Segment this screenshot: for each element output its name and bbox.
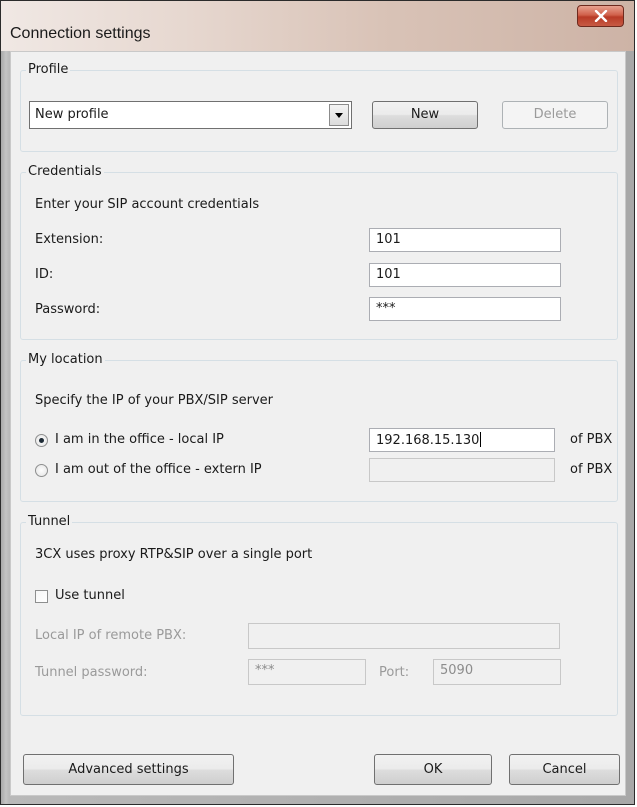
tunnel-description: 3CX uses proxy RTP&SIP over a single por… (35, 547, 313, 562)
tunnel-group: Tunnel 3CX uses proxy RTP&SIP over a sin… (20, 514, 618, 716)
credentials-group-title: Credentials (26, 164, 104, 180)
location-group-title: My location (26, 352, 105, 368)
title-bar: Connection settings (1, 1, 634, 51)
credentials-description: Enter your SIP account credentials (35, 197, 260, 212)
credentials-group: Credentials Enter your SIP account crede… (20, 164, 618, 340)
use-tunnel-label[interactable]: Use tunnel (55, 588, 125, 603)
password-label: Password: (35, 302, 101, 317)
extern-ip-field[interactable] (369, 458, 555, 482)
local-ip-value: 192.168.15.130 (376, 433, 480, 448)
local-ip-remote-pbx-field[interactable] (248, 623, 560, 649)
dialog-body: Profile New profile New Delete Credentia… (10, 51, 626, 796)
local-of-pbx-label: of PBX (570, 432, 613, 447)
id-label: ID: (35, 267, 54, 282)
advanced-settings-button[interactable]: Advanced settings (23, 754, 234, 785)
local-ip-label[interactable]: I am in the office - local IP (55, 432, 224, 447)
ok-button[interactable]: OK (374, 754, 492, 785)
port-field[interactable]: 5090 (433, 659, 561, 685)
profile-select-value: New profile (35, 107, 109, 122)
profile-group-title: Profile (26, 62, 71, 78)
close-icon (594, 10, 608, 22)
window-title: Connection settings (10, 25, 151, 42)
tunnel-password-label: Tunnel password: (35, 665, 148, 680)
tunnel-group-title: Tunnel (26, 514, 73, 530)
password-field[interactable]: *** (369, 297, 561, 321)
profile-select[interactable]: New profile (29, 101, 352, 129)
dropdown-arrow-button[interactable] (329, 104, 349, 126)
advanced-settings-label: Advanced settings (68, 762, 189, 777)
extern-of-pbx-label: of PBX (570, 462, 613, 477)
id-field[interactable]: 101 (369, 263, 561, 287)
location-group: My location Specify the IP of your PBX/S… (20, 352, 618, 502)
new-profile-button[interactable]: New (372, 101, 478, 129)
connection-settings-window: Connection settings Profile New profile … (0, 0, 635, 805)
extern-ip-label[interactable]: I am out of the office - extern IP (55, 462, 262, 477)
extension-label: Extension: (35, 232, 104, 247)
location-description: Specify the IP of your PBX/SIP server (35, 393, 273, 408)
cancel-button[interactable]: Cancel (509, 754, 620, 785)
delete-profile-button[interactable]: Delete (502, 101, 608, 129)
local-ip-field[interactable]: 192.168.15.130 (369, 428, 555, 452)
port-label: Port: (379, 665, 410, 680)
local-ip-radio[interactable] (35, 434, 48, 447)
local-ip-remote-pbx-label: Local IP of remote PBX: (35, 628, 187, 643)
tunnel-password-field[interactable]: *** (248, 659, 366, 685)
delete-profile-button-label: Delete (533, 107, 577, 122)
extension-field[interactable]: 101 (369, 228, 561, 252)
ok-button-label: OK (423, 762, 443, 777)
chevron-down-icon (335, 113, 343, 118)
new-profile-button-label: New (410, 107, 440, 122)
cancel-button-label: Cancel (542, 762, 587, 777)
extern-ip-radio[interactable] (35, 464, 48, 477)
close-button[interactable] (577, 5, 624, 27)
use-tunnel-checkbox[interactable] (35, 590, 48, 603)
text-cursor (480, 432, 482, 447)
profile-group: Profile New profile New Delete (20, 62, 618, 152)
